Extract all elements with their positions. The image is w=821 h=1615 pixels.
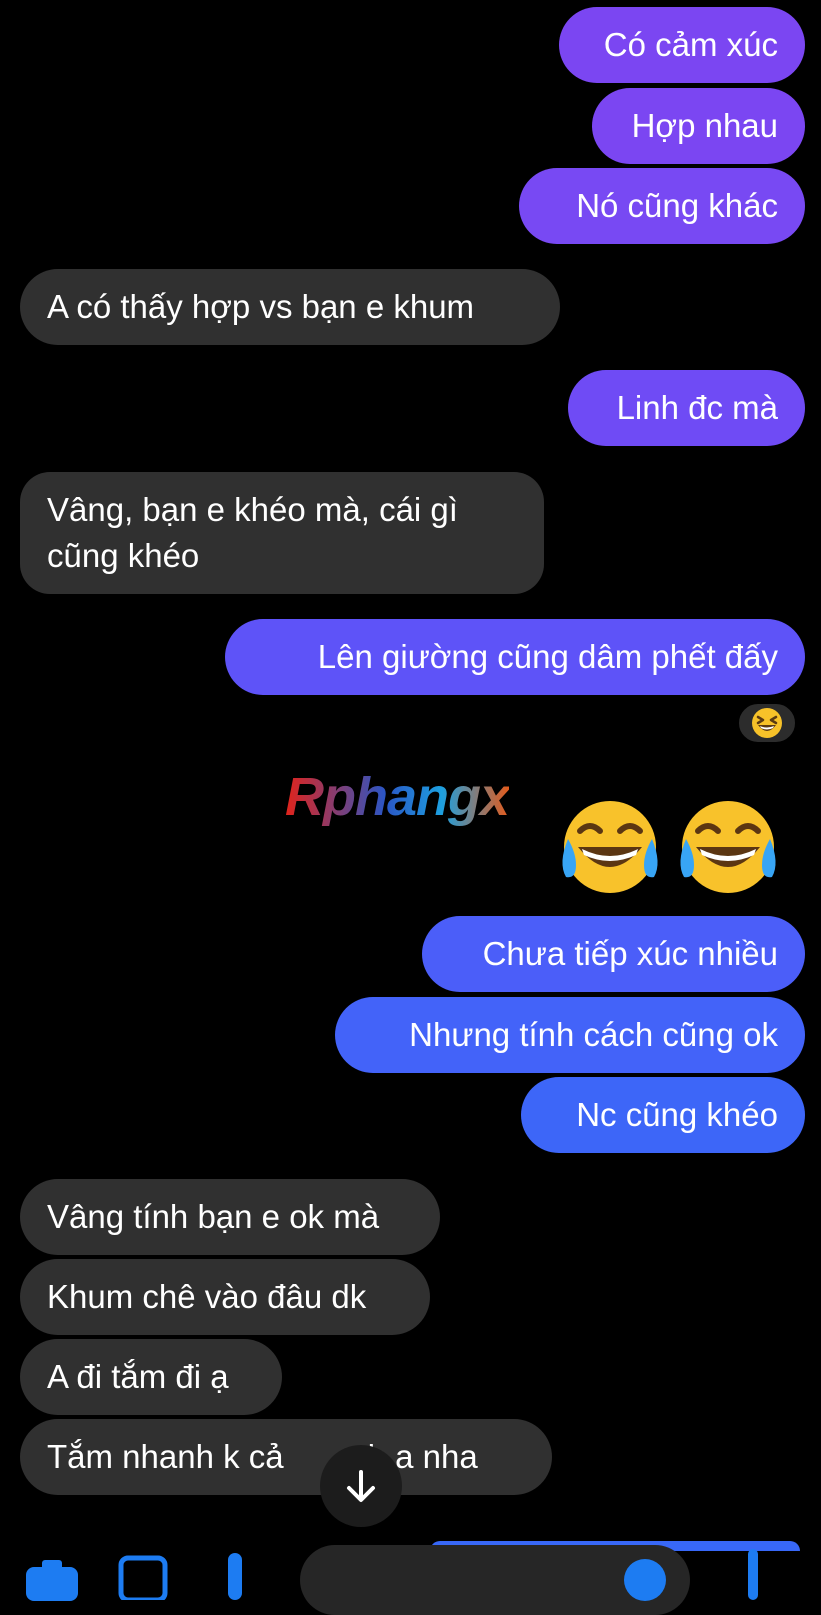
message-bubble-incoming[interactable]: A đi tắm đi ạ	[20, 1339, 282, 1415]
message-text: Hợp nhau	[631, 107, 778, 144]
message-bubble-incoming[interactable]: A có thấy hợp vs bạn e khum	[20, 269, 560, 345]
composer-bar	[0, 1541, 821, 1615]
message-text: A đi tắm đi ạ	[47, 1358, 229, 1395]
message-text: Nó cũng khác	[576, 187, 778, 224]
message-text: Vâng tính bạn e ok mà	[47, 1198, 380, 1235]
message-bubble-outgoing[interactable]: Nhưng tính cách cũng ok	[335, 997, 805, 1073]
message-bubble-outgoing[interactable]: Có cảm xúc	[559, 7, 805, 83]
message-text: Tắm nhanh k cả	[47, 1438, 284, 1475]
message-bubble-incoming[interactable]: Vâng tính bạn e ok mà	[20, 1179, 440, 1255]
message-bubble-outgoing[interactable]: Linh đc mà	[568, 370, 805, 446]
message-text: Vâng, bạn e khéo mà, cái gì cũng khéo	[47, 491, 458, 574]
message-bubble-outgoing[interactable]: Nó cũng khác	[519, 168, 805, 244]
message-bubble-outgoing[interactable]: Lên giường cũng dâm phết đấy	[225, 619, 805, 695]
message-text: Khum chê vào đâu dk	[47, 1278, 367, 1315]
message-bubble-incoming[interactable]: Vâng, bạn e khéo mà, cái gì cũng khéo	[20, 472, 544, 594]
message-text: A có thấy hợp vs bạn e khum	[47, 288, 475, 325]
message-text: Linh đc mà	[616, 389, 778, 426]
face-with-tears-of-joy-icon[interactable]	[676, 795, 780, 899]
message-text: Nhưng tính cách cũng ok	[409, 1016, 778, 1053]
watermark-logo: Rphangx	[285, 767, 510, 827]
grinning-squinting-face-icon	[752, 708, 782, 738]
scroll-to-bottom-button[interactable]	[320, 1445, 402, 1527]
message-bubble-outgoing[interactable]: Nc cũng khéo	[521, 1077, 805, 1153]
message-bubble-incoming[interactable]: Tắm nhanh k cả h a nha	[20, 1419, 552, 1495]
message-bubble-outgoing[interactable]: Chưa tiếp xúc nhiều	[422, 916, 805, 992]
message-bubble-outgoing[interactable]: Hợp nhau	[592, 88, 805, 164]
message-text: Nc cũng khéo	[576, 1096, 778, 1133]
emoji-icon[interactable]	[622, 1557, 668, 1603]
message-text: Lên giường cũng dâm phết đấy	[317, 638, 778, 675]
message-bubble-incoming[interactable]: Khum chê vào đâu dk	[20, 1259, 430, 1335]
face-with-tears-of-joy-icon[interactable]	[558, 795, 662, 899]
message-reaction[interactable]	[736, 701, 798, 745]
arrow-down-icon	[347, 1470, 375, 1502]
image-icon[interactable]	[118, 1555, 168, 1600]
microphone-icon[interactable]	[224, 1553, 246, 1600]
like-icon[interactable]	[744, 1549, 774, 1600]
message-text: Chưa tiếp xúc nhiều	[482, 935, 778, 972]
camera-icon[interactable]	[24, 1557, 80, 1601]
message-text: Có cảm xúc	[603, 26, 778, 63]
